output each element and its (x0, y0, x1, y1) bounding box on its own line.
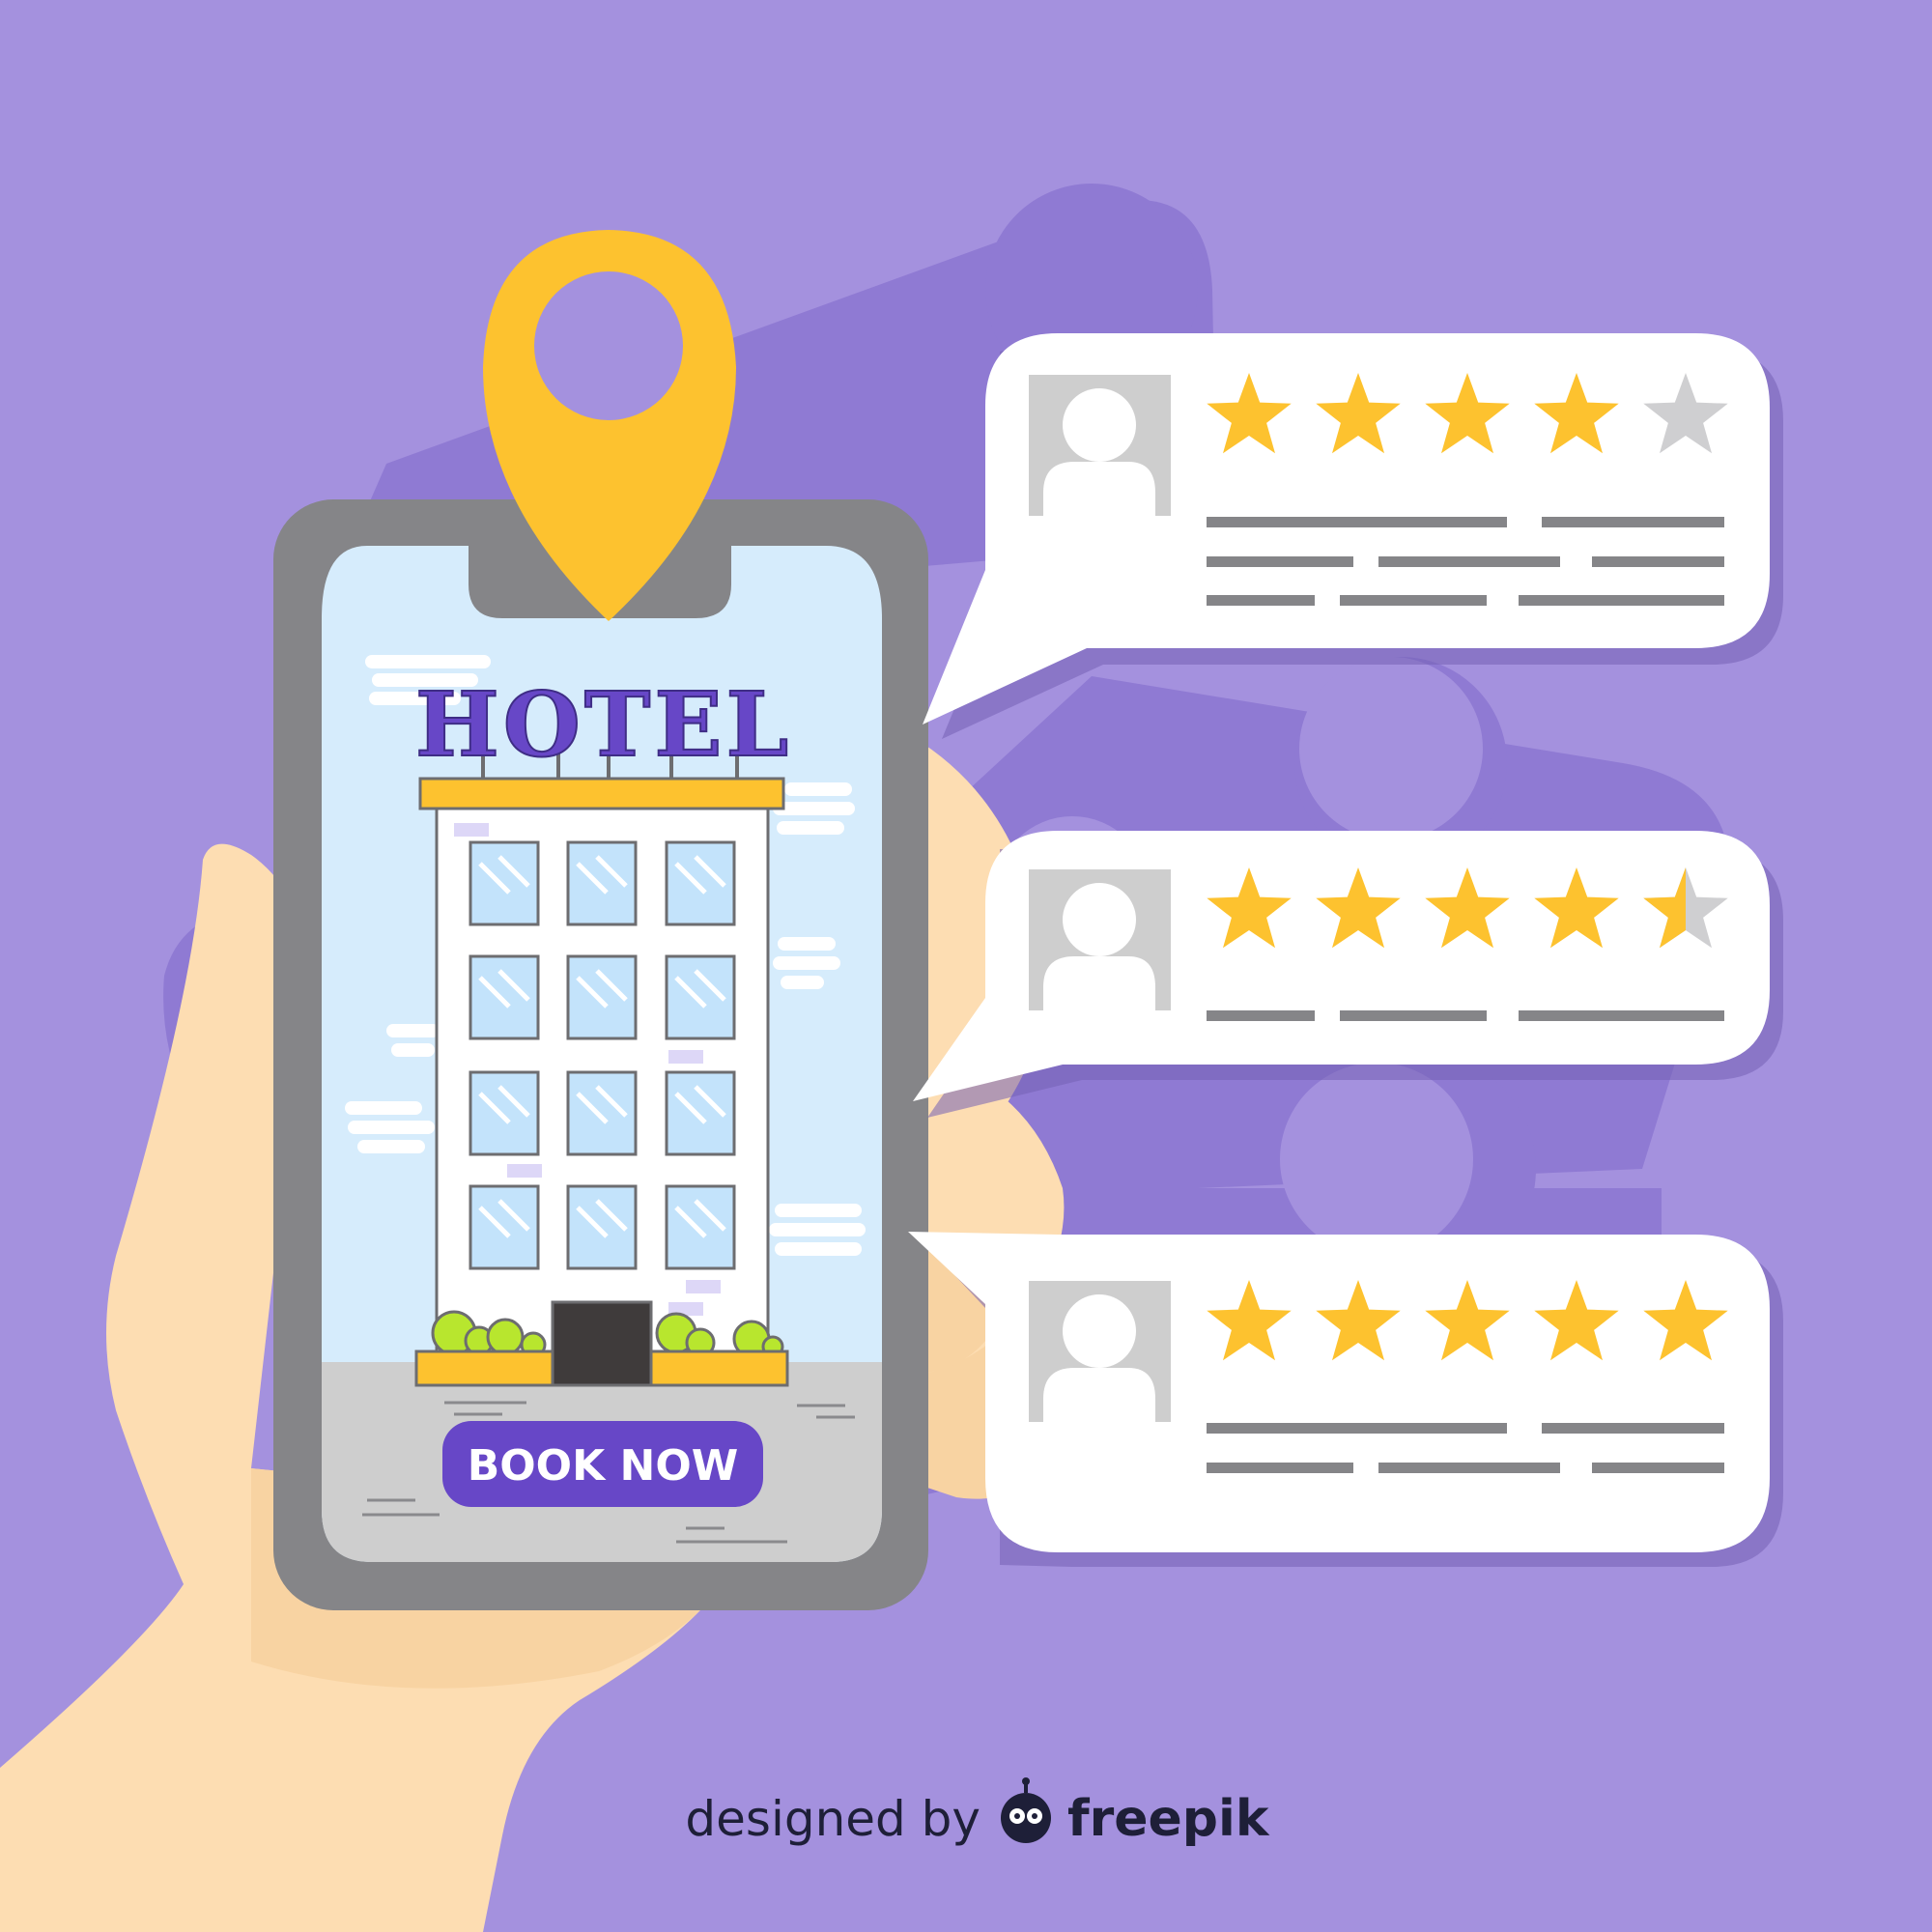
hotel-review-illustration: HOTEL BOOK NOW designed by freepik (0, 0, 1932, 1932)
credit-prefix: designed by (685, 1791, 980, 1847)
roof-ledge (418, 777, 785, 810)
planter-left (414, 1350, 554, 1387)
planter-right (649, 1350, 789, 1387)
review-list (908, 333, 1783, 1567)
book-now-button[interactable]: BOOK NOW (442, 1421, 763, 1507)
phone: HOTEL BOOK NOW (273, 499, 928, 1610)
review-card (913, 831, 1783, 1118)
user-avatar-icon (1029, 869, 1171, 1010)
review-card (908, 1232, 1783, 1567)
hotel-sign: HOTEL (415, 672, 792, 777)
user-avatar-icon (1029, 1281, 1171, 1422)
review-text-placeholder (1207, 1010, 1724, 1021)
hotel-building: HOTEL (414, 671, 792, 1387)
hotel-door (551, 1300, 653, 1387)
user-avatar-icon (1029, 375, 1171, 516)
book-now-label[interactable]: BOOK NOW (468, 1441, 739, 1491)
credit-brand: freepik (1067, 1790, 1270, 1848)
